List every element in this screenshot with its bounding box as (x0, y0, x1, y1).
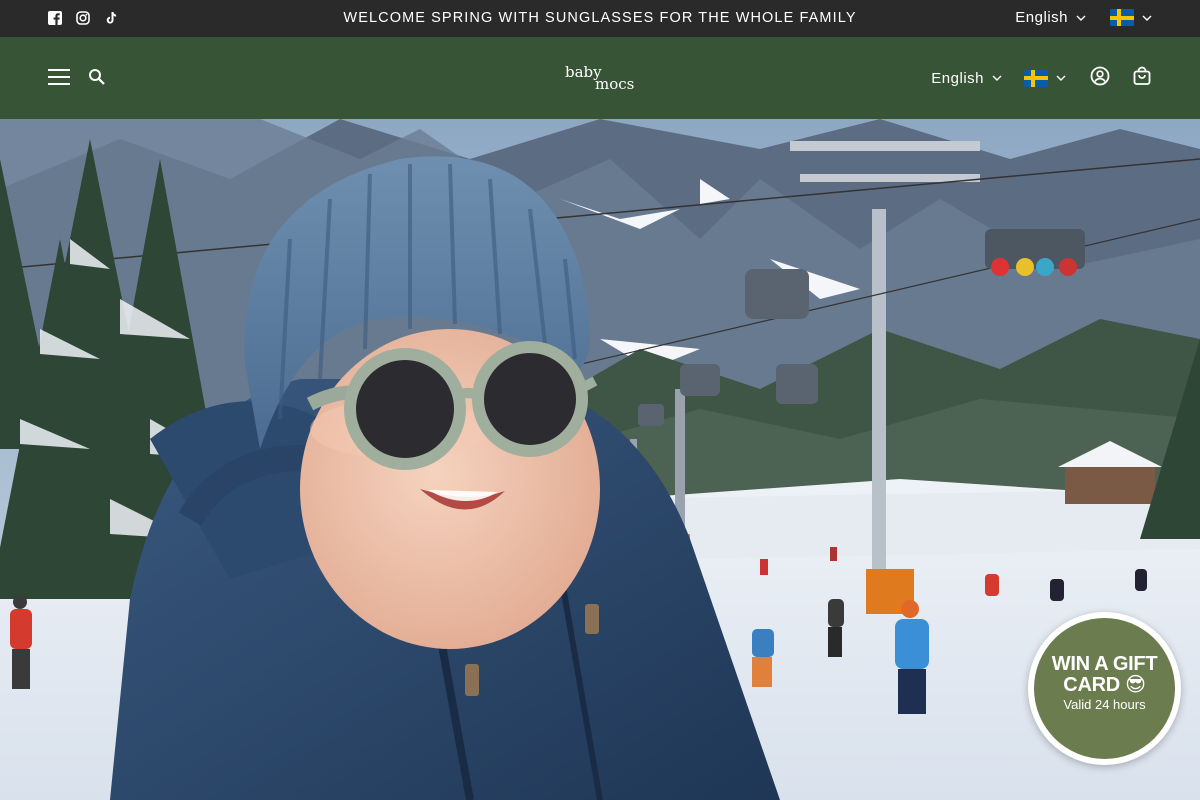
header-language-label: English (931, 69, 984, 87)
site-header: baby mocs English (0, 37, 1200, 119)
gift-card-subtitle: Valid 24 hours (1063, 697, 1146, 712)
chevron-down-icon (992, 74, 1002, 82)
topbar-localization: English (1015, 9, 1152, 26)
topbar-country-selector[interactable] (1110, 9, 1152, 26)
sweden-flag-icon (1110, 9, 1134, 26)
gift-card-badge-inner: WIN A GIFT CARD 😎 Valid 24 hours (1034, 618, 1175, 759)
gift-card-title: WIN A GIFT CARD 😎 (1051, 653, 1158, 696)
cart-icon[interactable] (1132, 66, 1152, 90)
logo-line-2: mocs (595, 75, 634, 93)
header-language-selector[interactable]: English (931, 70, 1002, 87)
gift-card-badge[interactable]: WIN A GIFT CARD 😎 Valid 24 hours (1028, 612, 1181, 765)
hero-image[interactable] (0, 119, 1200, 800)
hero-scene (0, 119, 1200, 800)
header-country-selector[interactable] (1024, 69, 1066, 87)
topbar-language-label: English (1015, 9, 1068, 26)
account-icon[interactable] (1090, 66, 1110, 90)
header-right-tools: English (931, 66, 1152, 90)
announcement-bar: WELCOME SPRING WITH SUNGLASSES FOR THE W… (0, 0, 1200, 37)
chevron-down-icon (1056, 74, 1066, 82)
chevron-down-icon (1076, 14, 1086, 22)
sweden-flag-icon (1024, 69, 1048, 87)
topbar-language-selector[interactable]: English (1015, 9, 1086, 26)
chevron-down-icon (1142, 14, 1152, 22)
